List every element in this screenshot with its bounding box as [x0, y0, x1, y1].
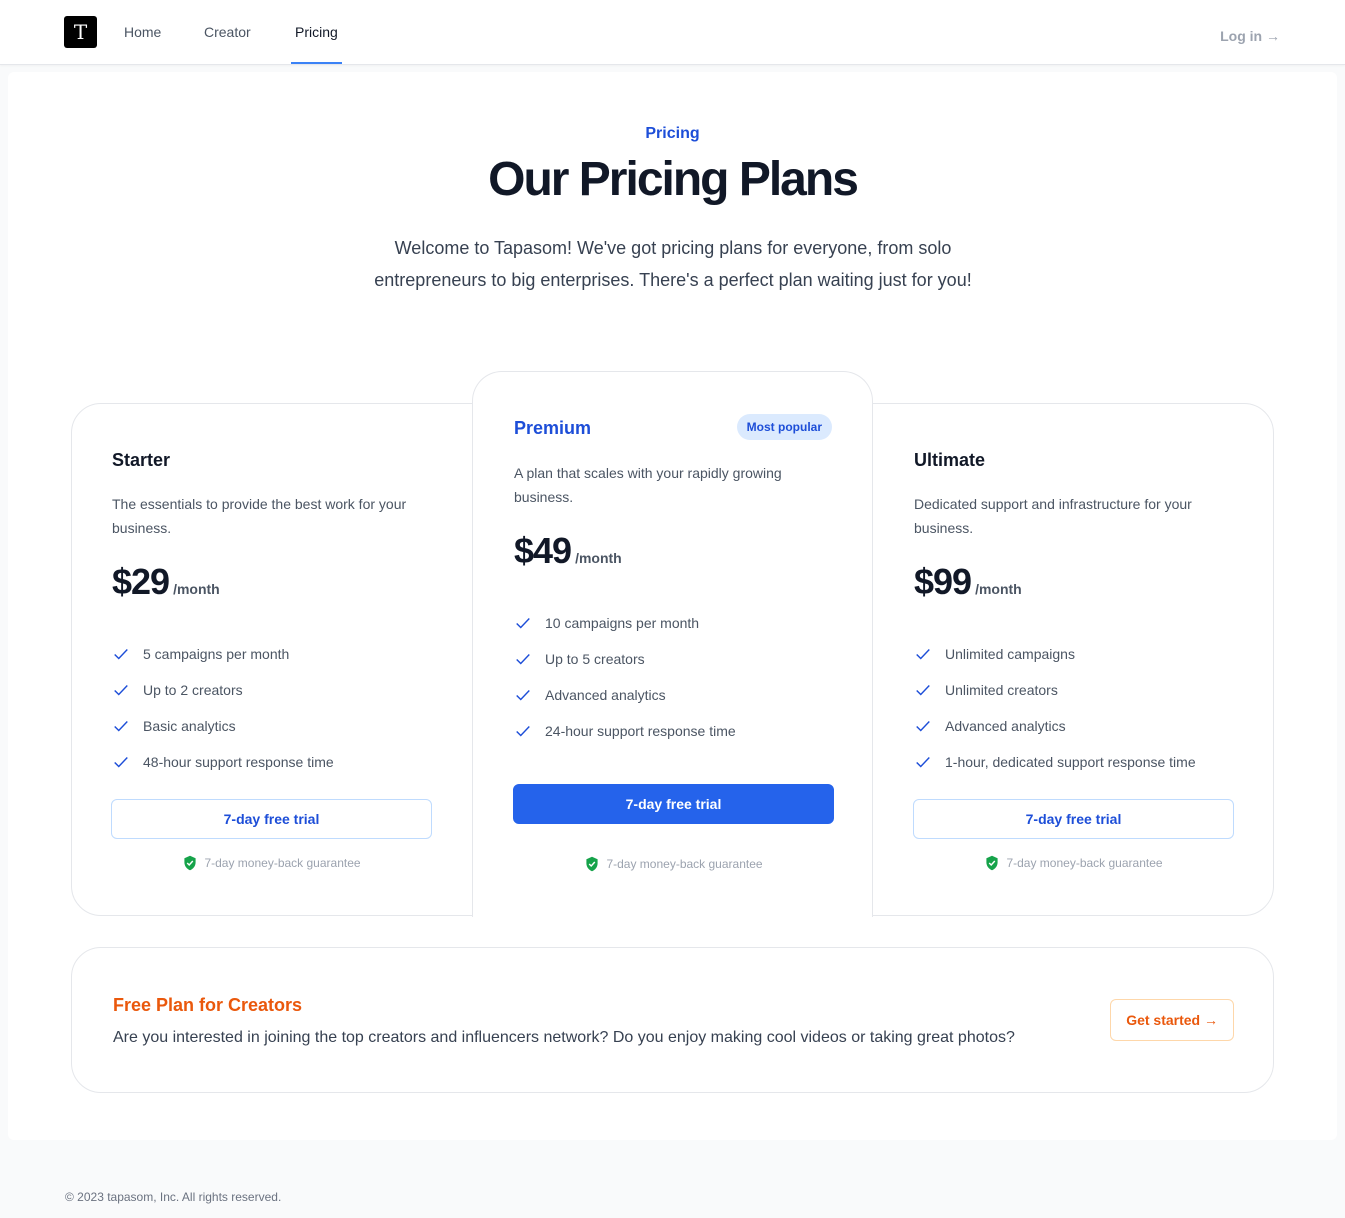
plan-price: $49 /month — [514, 530, 622, 572]
shield-check-icon — [584, 856, 600, 872]
nav-home[interactable]: Home — [124, 0, 161, 64]
feature-item: 1-hour, dedicated support response time — [914, 744, 1196, 780]
page-title: Our Pricing Plans — [488, 153, 859, 206]
price-amount: $29 — [112, 561, 170, 602]
feature-item: Advanced analytics — [914, 708, 1196, 744]
check-icon — [514, 722, 532, 740]
feature-label: 5 campaigns per month — [143, 646, 290, 662]
free-plan-title: Free Plan for Creators — [113, 995, 303, 1015]
most-popular-badge: Most popular — [736, 414, 832, 440]
feature-item: 24-hour support response time — [514, 713, 736, 749]
get-started-button[interactable]: Get started → — [1110, 999, 1234, 1041]
feature-item: Unlimited creators — [914, 672, 1196, 708]
nav-creator[interactable]: Creator — [204, 0, 251, 64]
guarantee-label: 7-day money-back guarantee — [204, 856, 361, 870]
plan-price: $29 /month — [112, 561, 220, 603]
price-period: /month — [975, 581, 1022, 597]
feature-label: Advanced analytics — [945, 718, 1066, 734]
feature-item: Up to 5 creators — [514, 641, 736, 677]
plan-name: Premium — [514, 418, 592, 438]
feature-label: 1-hour, dedicated support response time — [945, 754, 1196, 770]
plan-description: A plan that scales with your rapidly gro… — [514, 465, 782, 505]
price-amount: $49 — [514, 530, 572, 571]
plan-name: Starter — [112, 450, 171, 470]
check-icon — [514, 686, 532, 704]
price-amount: $99 — [914, 561, 972, 602]
feature-item: 10 campaigns per month — [514, 605, 736, 641]
check-icon — [914, 717, 932, 735]
price-period: /month — [173, 581, 220, 597]
check-icon — [112, 717, 130, 735]
shield-check-icon — [984, 855, 1000, 871]
plan-name: Ultimate — [914, 450, 986, 470]
check-icon — [514, 650, 532, 668]
pricing-section: Pricing Our Pricing Plans Welcome to Tap… — [8, 72, 1337, 1140]
feature-label: 10 campaigns per month — [545, 615, 700, 631]
logo-letter: T — [73, 20, 88, 44]
feature-item: Advanced analytics — [514, 677, 736, 713]
guarantee-label: 7-day money-back guarantee — [1006, 856, 1163, 870]
feature-list: Unlimited campaigns Unlimited creators A… — [914, 636, 1196, 780]
nav-pricing[interactable]: Pricing — [291, 0, 342, 64]
feature-label: 48-hour support response time — [143, 754, 334, 770]
feature-item: Up to 2 creators — [112, 672, 334, 708]
feature-list: 5 campaigns per month Up to 2 creators B… — [112, 636, 334, 780]
feature-item: 48-hour support response time — [112, 744, 334, 780]
pricing-cards: Starter The essentials to provide the be… — [71, 371, 1274, 917]
page-subtitle: Welcome to Tapasom! We've got pricing pl… — [374, 238, 972, 290]
guarantee-label: 7-day money-back guarantee — [606, 857, 763, 871]
section-eyebrow: Pricing — [645, 125, 700, 142]
plan-description: Dedicated support and infrastructure for… — [914, 496, 1192, 536]
check-icon — [914, 645, 932, 663]
check-icon — [112, 753, 130, 771]
feature-label: 24-hour support response time — [545, 723, 736, 739]
plan-card-premium: Premium Most popular A plan that scales … — [472, 371, 873, 917]
feature-list: 10 campaigns per month Up to 5 creators … — [514, 605, 736, 749]
check-icon — [914, 681, 932, 699]
feature-item: Basic analytics — [112, 708, 334, 744]
money-back-guarantee: 7-day money-back guarantee — [873, 855, 1274, 871]
plan-description: The essentials to provide the best work … — [112, 496, 407, 536]
price-period: /month — [575, 550, 622, 566]
starter-trial-button[interactable]: 7-day free trial — [111, 799, 432, 839]
premium-trial-button[interactable]: 7-day free trial — [513, 784, 834, 824]
feature-item: Unlimited campaigns — [914, 636, 1196, 672]
check-icon — [112, 681, 130, 699]
plan-price: $99 /month — [914, 561, 1022, 603]
top-navbar: T Home Creator Pricing Log in → — [0, 0, 1345, 65]
feature-label: Up to 2 creators — [143, 682, 243, 698]
feature-label: Up to 5 creators — [545, 651, 645, 667]
login-link[interactable]: Log in → — [1220, 28, 1280, 44]
logo[interactable]: T — [64, 16, 97, 48]
shield-check-icon — [182, 855, 198, 871]
check-icon — [112, 645, 130, 663]
feature-label: Basic analytics — [143, 718, 236, 734]
check-icon — [514, 614, 532, 632]
ultimate-trial-button[interactable]: 7-day free trial — [913, 799, 1234, 839]
money-back-guarantee: 7-day money-back guarantee — [473, 856, 874, 872]
money-back-guarantee: 7-day money-back guarantee — [71, 855, 472, 871]
feature-label: Unlimited creators — [945, 682, 1058, 698]
footer-copyright: © 2023 tapasom, Inc. All rights reserved… — [65, 1190, 282, 1204]
feature-label: Unlimited campaigns — [945, 646, 1075, 662]
check-icon — [914, 753, 932, 771]
feature-label: Advanced analytics — [545, 687, 666, 703]
feature-item: 5 campaigns per month — [112, 636, 334, 672]
free-plan-banner: Free Plan for Creators Are you intereste… — [71, 947, 1274, 1093]
free-plan-description: Are you interested in joining the top cr… — [113, 1029, 1015, 1046]
